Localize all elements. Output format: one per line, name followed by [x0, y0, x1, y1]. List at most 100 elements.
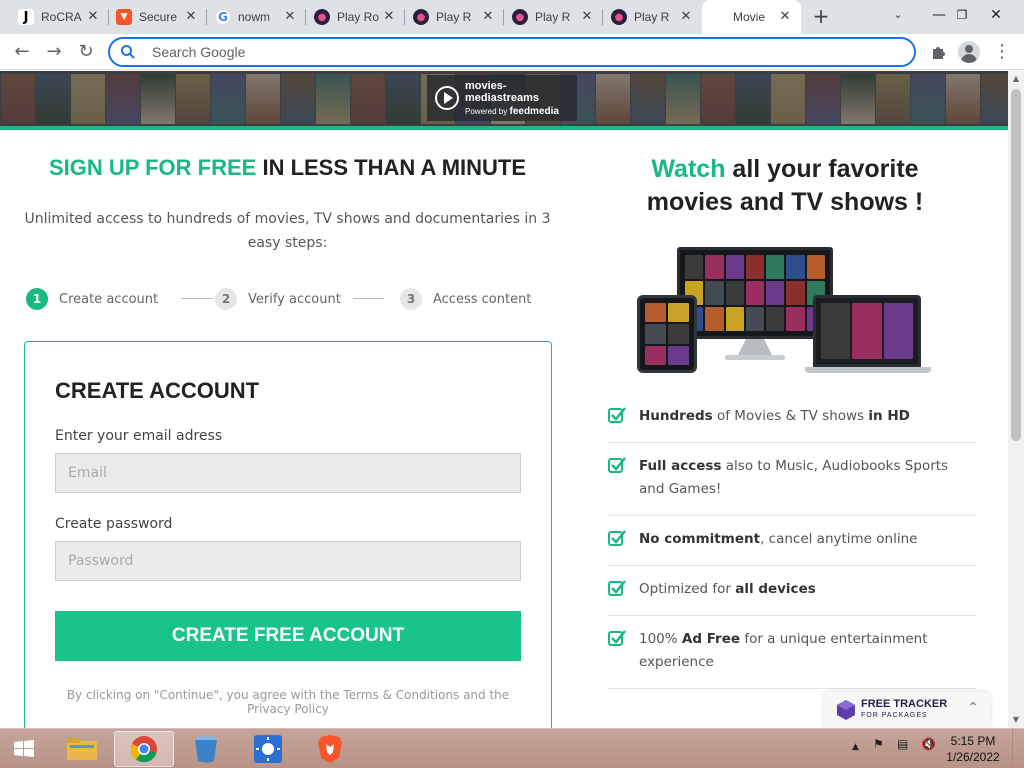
site-name: movies-mediastreams [465, 79, 539, 104]
brave-favicon-icon: ▼ [116, 9, 132, 25]
step-access-content: 3 Access content [400, 288, 531, 310]
browser-tab[interactable]: Movie ✕ [702, 0, 801, 34]
checkbox-checked-icon [608, 407, 626, 423]
scroll-thumb[interactable] [1011, 89, 1021, 441]
show-desktop-button[interactable] [1012, 729, 1024, 768]
tab-title: Play R [436, 10, 472, 24]
browser-tab[interactable]: ▼ Secure ✕ [108, 0, 207, 34]
file-explorer-icon[interactable] [52, 731, 112, 767]
tab-strip: J RoCRA ✕ ▼ Secure ✕ Gnowm ✕ ● Play Ro ✕ ● Play R ✕ ● P… [0, 0, 1024, 34]
tab-title: Play R [535, 10, 571, 24]
feature-text: No commitment [639, 531, 761, 547]
recycle-bin-icon[interactable] [176, 731, 236, 767]
chevron-up-icon[interactable]: ⌃ [967, 700, 979, 716]
feature-item: 100% Ad Free for a unique entertainment … [608, 616, 976, 689]
signup-headline: SIGN UP FOR FREE IN LESS THAN A MINUTE [48, 155, 527, 180]
movie-poster-thumbnail [771, 74, 805, 124]
window-close-icon[interactable]: ✕ [982, 3, 1010, 27]
movie-poster-thumbnail [211, 74, 245, 124]
restore-icon[interactable]: ❐ [948, 3, 976, 27]
show-hidden-icons-icon[interactable]: ▲ [852, 742, 859, 752]
browser-tab[interactable]: ● Play R ✕ [405, 0, 504, 34]
create-account-form: CREATE ACCOUNT Enter your email adress C… [24, 341, 552, 728]
forward-arrow-icon[interactable]: → [42, 40, 66, 64]
browser-tab[interactable]: ● Play R ✕ [603, 0, 702, 34]
tab-title: Secure [139, 10, 178, 24]
free-tracker-widget[interactable]: FREE TRACKER FOR PACKAGES ⌃ [823, 692, 991, 728]
browser-tab[interactable]: ● Play Ro ✕ [306, 0, 405, 34]
scroll-up-arrow-icon[interactable]: ▲ [1008, 71, 1024, 87]
promo-title: Watch all your favorite movies and TV sh… [646, 155, 924, 216]
feature-item: No commitment, cancel anytime online [608, 516, 976, 566]
movie-poster-thumbnail [841, 74, 875, 124]
tab-close-icon[interactable]: ✕ [381, 9, 397, 25]
feature-list: Hundreds of Movies & TV shows in HD Full … [608, 393, 976, 689]
google-favicon-icon: G [215, 9, 231, 25]
movie-poster-thumbnail [701, 74, 735, 124]
movie-poster-thumbnail [141, 74, 175, 124]
movie-poster-thumbnail [281, 74, 315, 124]
feature-item: Hundreds of Movies & TV shows in HD [608, 393, 976, 443]
banner-divider [0, 126, 1008, 130]
tab-close-icon[interactable]: ✕ [85, 9, 101, 25]
page-scrollbar[interactable]: ▲ ▼ [1008, 71, 1024, 728]
tab-close-icon[interactable]: ✕ [480, 9, 496, 25]
extensions-puzzle-icon[interactable] [926, 40, 950, 64]
tab-title: RoCRA [41, 10, 82, 24]
scroll-down-arrow-icon[interactable]: ▼ [1008, 712, 1024, 728]
create-free-account-button[interactable]: CREATE FREE ACCOUNT [55, 611, 521, 661]
network-icon[interactable]: ▤ [897, 737, 908, 751]
terms-notice: By clicking on "Continue", you agree wit… [66, 688, 510, 716]
signup-subline: Unlimited access to hundreds of movies, … [24, 211, 551, 251]
system-clock[interactable]: 5:15 PM 1/26/2022 [940, 733, 1006, 765]
checkbox-checked-icon [608, 530, 626, 546]
movie-poster-thumbnail [316, 74, 350, 124]
tab-close-icon[interactable]: ✕ [579, 9, 595, 25]
profile-avatar-icon[interactable] [958, 41, 980, 63]
address-bar[interactable] [108, 37, 916, 67]
movie-poster-thumbnail [806, 74, 840, 124]
tab-close-icon[interactable]: ✕ [183, 9, 199, 25]
tracker-line1: FREE TRACKER [861, 698, 948, 710]
tab-search-chevron-icon[interactable]: ⌄ [888, 8, 908, 28]
browser-tab[interactable]: Gnowm ✕ [207, 0, 306, 34]
movie-poster-thumbnail [386, 74, 420, 124]
feature-text: all devices [735, 581, 816, 597]
site-logo[interactable]: movies-mediastreams Powered by feedmedia [427, 75, 577, 121]
feature-text: of Movies & TV shows [712, 408, 869, 424]
address-input[interactable] [152, 42, 852, 62]
action-center-flag-icon[interactable]: ⚑ [873, 737, 884, 751]
checkbox-checked-icon [608, 580, 626, 596]
email-field[interactable] [55, 453, 521, 493]
laptop-image [813, 295, 921, 367]
browser-tab[interactable]: ● Play R ✕ [504, 0, 603, 34]
movie-poster-thumbnail [911, 74, 945, 124]
checkbox-checked-icon [608, 457, 626, 473]
tab-close-icon[interactable]: ✕ [777, 9, 793, 25]
browser-tab[interactable]: J RoCRA ✕ [10, 0, 109, 34]
letter-j-favicon-icon: J [18, 9, 34, 25]
windows-start-icon[interactable] [4, 733, 44, 765]
movie-poster-thumbnail [876, 74, 910, 124]
password-label: Create password [55, 516, 173, 532]
step-create-account: 1 Create account [26, 288, 158, 310]
weather-icon[interactable] [238, 731, 298, 767]
reload-icon[interactable]: ↻ [74, 40, 98, 64]
brave-icon[interactable] [300, 731, 360, 767]
tab-close-icon[interactable]: ✕ [282, 9, 298, 25]
password-field[interactable] [55, 541, 521, 581]
menu-kebab-icon[interactable]: ⋮ [990, 40, 1014, 64]
volume-muted-icon[interactable]: 🔇 [921, 737, 936, 751]
step-verify-account: 2 Verify account [215, 288, 341, 310]
movie-poster-banner: movies-mediastreams Powered by feedmedia [0, 71, 1008, 126]
browser-toolbar: ← → ↻ ⋮ [0, 34, 1024, 70]
tab-close-icon[interactable]: ✕ [678, 9, 694, 25]
movie-poster-thumbnail [736, 74, 770, 124]
feature-text: , cancel anytime online [760, 531, 918, 547]
back-arrow-icon[interactable]: ← [10, 40, 34, 64]
chrome-icon[interactable] [114, 731, 174, 767]
new-tab-button[interactable]: + [808, 4, 834, 30]
movie-poster-thumbnail [176, 74, 210, 124]
movie-poster-thumbnail [36, 74, 70, 124]
tab-title: Play Ro [337, 10, 380, 24]
